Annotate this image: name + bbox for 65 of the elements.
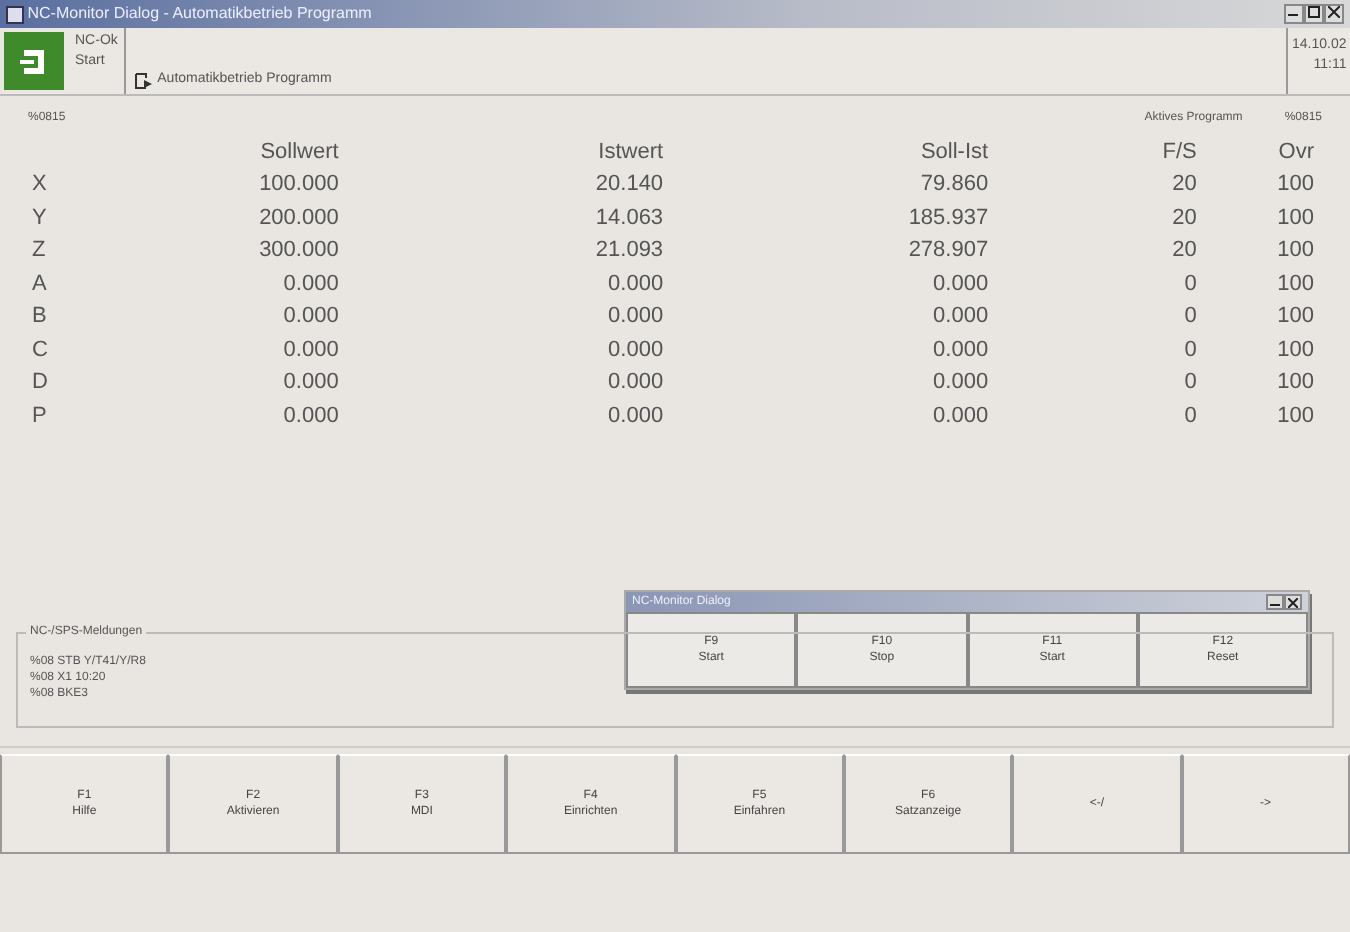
table-cell-text: 0.000 — [606, 302, 666, 332]
table-cell-text: 0.000 — [606, 401, 666, 431]
table-cell-text: 278.907 — [906, 236, 991, 266]
column-header: Ovr — [1276, 137, 1316, 167]
maximize-icon — [1308, 6, 1320, 19]
axis-label: P — [30, 401, 49, 431]
table-cell-text: 100 — [1275, 269, 1316, 299]
axis-label: B — [30, 302, 49, 332]
column-header: Sollwert — [258, 137, 341, 167]
table-cell-text: 100 — [1275, 335, 1316, 365]
table-cell-text: 100 — [1275, 302, 1316, 332]
table-cell-text: 100.000 — [257, 170, 341, 200]
table-cell-text: 100 — [1275, 170, 1316, 200]
table-cell-text: 0.000 — [606, 269, 666, 299]
close-button[interactable] — [1284, 594, 1302, 610]
close-button[interactable] — [1324, 4, 1344, 24]
axis-label: Z — [30, 236, 48, 266]
table-cell-text: 0.000 — [281, 269, 341, 299]
logo-icon — [4, 32, 64, 90]
table-cell-text: 185.937 — [906, 203, 991, 233]
table-cell-text: 0.000 — [606, 368, 666, 398]
axis-label: Y — [30, 203, 49, 233]
table-cell-text: 20 — [1170, 170, 1199, 200]
column-header: Istwert — [596, 137, 666, 167]
table-cell-text: 0.000 — [931, 302, 991, 332]
table-cell-text: 0.000 — [931, 401, 991, 431]
table-cell-text: 0.000 — [281, 368, 341, 398]
table-cell-text: 79.860 — [918, 170, 991, 200]
table-cell-text: 0.000 — [931, 269, 991, 299]
table-cell-text: 0 — [1182, 335, 1199, 365]
app-icon — [6, 5, 24, 23]
table-cell-text: 14.063 — [593, 203, 666, 233]
table-cell-text: 0 — [1182, 368, 1199, 398]
table-cell-text: 20 — [1170, 203, 1199, 233]
maximize-button[interactable] — [1304, 4, 1324, 24]
table-cell-text: 20 — [1170, 236, 1199, 266]
column-header: Soll-Ist — [918, 137, 991, 167]
table-cell-text: 0 — [1182, 269, 1199, 299]
table-cell-text: 100 — [1275, 368, 1316, 398]
axis-label: D — [30, 368, 50, 398]
column-header: F/S — [1160, 137, 1199, 167]
table-cell-text: 100 — [1275, 401, 1316, 431]
table-cell-text: 0.000 — [281, 401, 341, 431]
document-icon — [133, 72, 154, 91]
table-cell-text: 0.000 — [281, 302, 341, 332]
table-cell-text: 0.000 — [281, 335, 341, 365]
window-title: NC-Monitor Dialog - Automatikbetrieb Programm — [27, 2, 374, 26]
table-cell-text: 20.140 — [593, 170, 666, 200]
axis-label: A — [30, 269, 49, 299]
table-cell-text: 200.000 — [257, 203, 341, 233]
close-icon — [1328, 6, 1340, 19]
minimize-button[interactable] — [1266, 594, 1284, 610]
axis-label: X — [30, 170, 49, 200]
table-cell-text: 100 — [1275, 236, 1316, 266]
table-cell-text: 100 — [1275, 203, 1316, 233]
minimize-button[interactable] — [1284, 4, 1304, 24]
table-cell-text: 0 — [1182, 401, 1199, 431]
close-icon — [1288, 597, 1298, 608]
table-cell-text: 0.000 — [931, 335, 991, 365]
table-cell-text: 21.093 — [593, 236, 666, 266]
table-cell-text: 0.000 — [931, 368, 991, 398]
table-cell-text: 0 — [1182, 302, 1199, 332]
table-cell-text: 0.000 — [606, 335, 666, 365]
table-cell-text: 300.000 — [257, 236, 341, 266]
axis-label: C — [30, 335, 50, 365]
